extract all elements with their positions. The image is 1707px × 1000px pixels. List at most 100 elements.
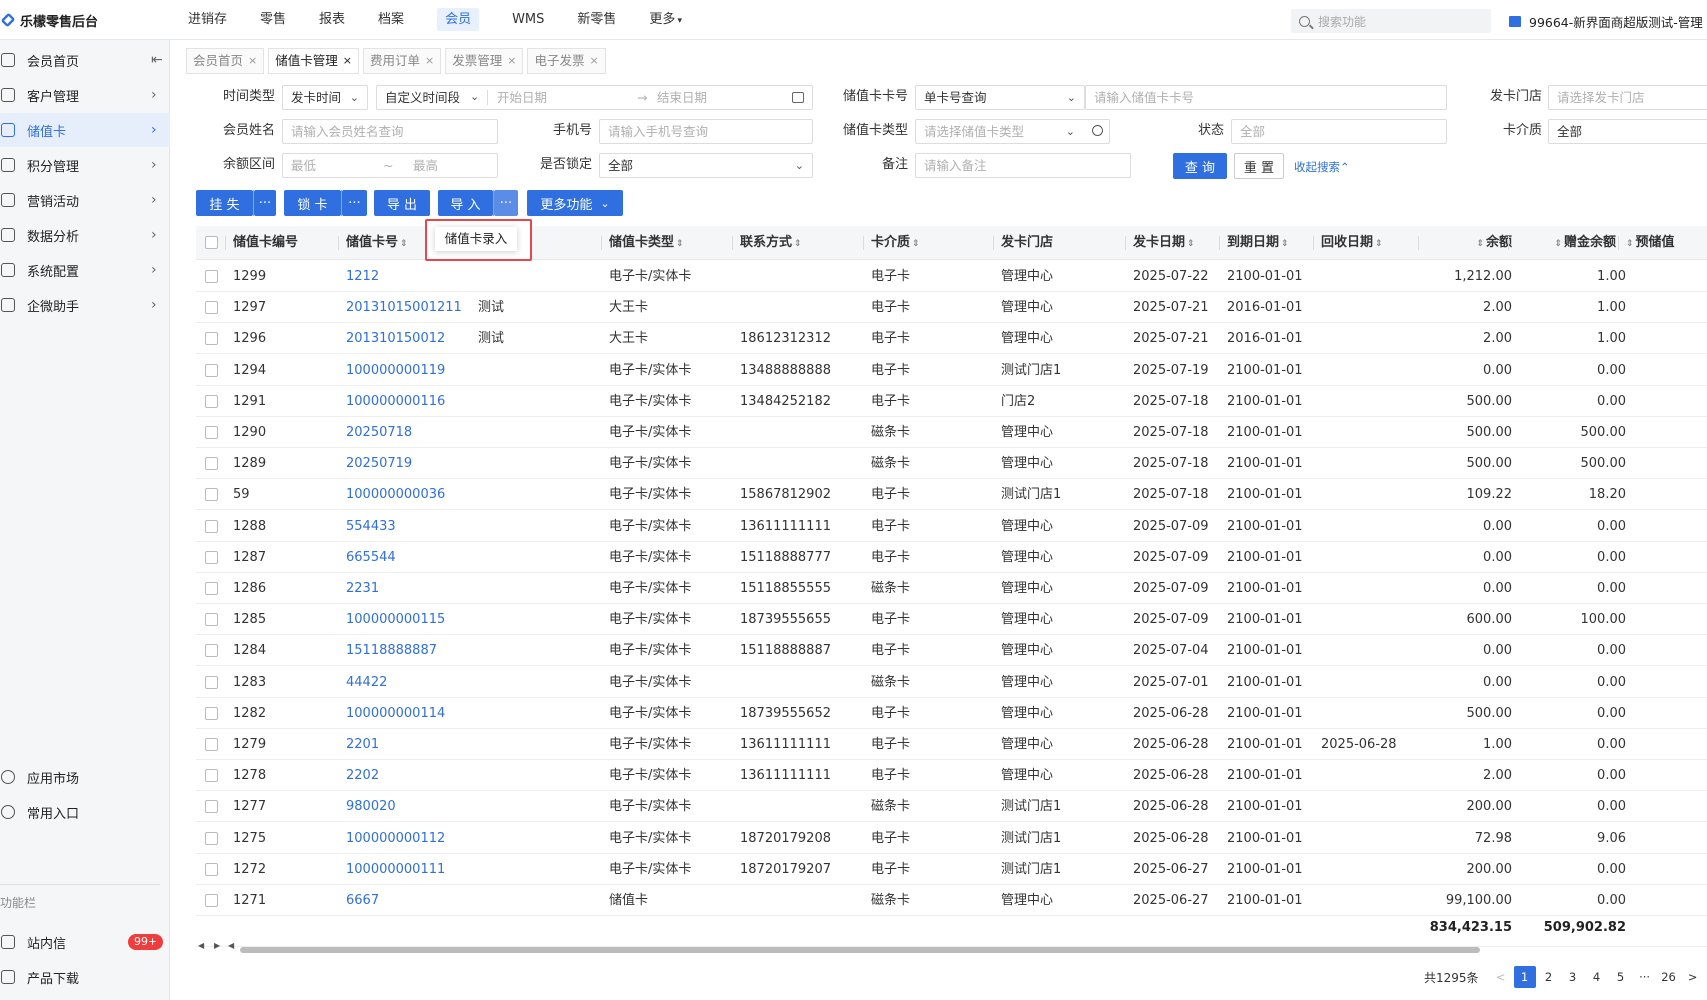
row-checkbox[interactable] [205, 675, 218, 689]
row-checkbox[interactable] [205, 426, 218, 439]
app-logo[interactable]: 乐檬零售后台 [0, 10, 98, 30]
row-checkbox[interactable] [205, 738, 218, 751]
table-row[interactable]: 1282 100000000114 电子卡/实体卡 18739555652 电子卡 管理中… [196, 697, 1707, 729]
row-checkbox[interactable] [205, 769, 218, 783]
column-header[interactable]: 发卡门店 [993, 226, 1053, 260]
close-icon[interactable]: × [589, 49, 598, 73]
sidebar-item[interactable]: 储值卡 › [0, 113, 170, 147]
table-row[interactable]: 1275 100000000112 电子卡/实体卡 18720179208 电子卡 测试门… [196, 822, 1707, 854]
status-select[interactable]: 全部 [1231, 119, 1447, 144]
horizontal-scrollbar[interactable]: ◀ ▶ ◀ [196, 941, 1707, 954]
column-header[interactable]: 发卡日期 ⇕ [1125, 226, 1195, 260]
date-range-field[interactable]: 自定义时间段 ⌄ 开始日期 → 结束日期 [376, 85, 813, 110]
close-icon[interactable]: × [507, 49, 516, 73]
cell-card-number[interactable]: 20250718 [346, 417, 412, 448]
page-number[interactable]: 2 [1538, 966, 1560, 988]
scroll-left-icon[interactable]: ◀ [228, 941, 234, 950]
row-checkbox[interactable] [205, 894, 218, 907]
scroll-right-icon[interactable]: ▶ [214, 941, 220, 950]
row-checkbox[interactable] [205, 394, 218, 408]
column-header[interactable]: ⇕ 余额 [1418, 226, 1512, 260]
table-row[interactable]: 59 100000000036 电子卡/实体卡 15867812902 电子卡 测试门店1… [196, 479, 1707, 511]
store-selector[interactable]: 99664-新界面商超版测试-管理 [1509, 12, 1703, 31]
top-nav-item[interactable]: WMS [502, 0, 554, 40]
table-row[interactable]: 1290 20250718 电子卡/实体卡 磁条卡 管理中心 2025-07-18 2100… [196, 417, 1707, 448]
column-header[interactable]: 卡介质 ⇕ [863, 226, 920, 260]
sidebar-tool-item[interactable]: 产品下载 [0, 960, 170, 994]
cell-card-number[interactable]: 554433 [346, 511, 396, 542]
collapse-search-link[interactable]: 收起搜索⌃ [1294, 159, 1350, 175]
top-nav-item[interactable]: 报表 [309, 0, 355, 40]
row-checkbox[interactable] [205, 862, 218, 876]
sidebar-item[interactable]: 数据分析 › [0, 218, 170, 252]
member-name-input[interactable]: 请输入会员姓名查询 [282, 119, 498, 144]
cell-card-number[interactable]: 980020 [346, 791, 396, 822]
locked-select[interactable]: 全部 ⌄ [599, 153, 813, 178]
time-type-select[interactable]: 发卡时间 ⌄ [282, 85, 368, 110]
row-checkbox[interactable] [205, 332, 218, 346]
scroll-left-icon[interactable]: ◀ [198, 941, 204, 950]
page-number[interactable]: 4 [1586, 966, 1608, 988]
select-all-checkbox[interactable] [205, 236, 218, 249]
row-checkbox[interactable] [205, 706, 218, 720]
column-header[interactable]: ⇕ 赠金余额 [1508, 226, 1616, 260]
table-row[interactable]: 1296 201310150012 测试 大王卡 18612312312 电子卡 管理中心 2… [196, 323, 1707, 355]
report-lost-more-button[interactable]: ··· [254, 190, 276, 216]
table-row[interactable]: 1297 20131015001211 测试 大王卡 电子卡 管理中心 2025-07-21… [196, 292, 1707, 324]
table-row[interactable]: 1284 15118888887 电子卡/实体卡 15118888887 电子卡 管理中心… [196, 635, 1707, 667]
page-tab[interactable]: 费用订单 × [362, 48, 442, 74]
column-header[interactable]: ⇕ 预储值 [1618, 226, 1675, 260]
medium-select[interactable]: 全部 [1548, 119, 1707, 144]
top-nav-item[interactable]: 会员 [427, 0, 489, 40]
page-number[interactable]: 1 [1513, 966, 1536, 988]
cell-card-number[interactable]: 2202 [346, 760, 379, 791]
sidebar-tool-item[interactable]: 站内信 99+ [0, 925, 170, 959]
prev-page-button[interactable]: < [1490, 966, 1512, 988]
table-row[interactable]: 1287 665544 电子卡/实体卡 15118888777 电子卡 管理中心 2025-… [196, 541, 1707, 573]
top-nav-item[interactable]: 更多 ▾ [639, 0, 692, 40]
column-header[interactable]: 储值卡号 ⇕ [338, 226, 408, 260]
sidebar-item[interactable]: 系统配置 › [0, 253, 170, 287]
close-icon[interactable]: × [343, 49, 352, 73]
card-no-mode-select[interactable]: 单卡号查询 ⌄ [915, 85, 1085, 110]
sidebar-item[interactable]: 会员首页 ⇤ [0, 43, 170, 77]
collapse-sidebar-icon[interactable]: ⇤ [151, 52, 163, 68]
import-menu-item-card-entry[interactable]: 储值卡录入 [435, 227, 517, 251]
row-checkbox[interactable] [205, 800, 218, 814]
cell-card-number[interactable]: 20250719 [346, 448, 412, 479]
sidebar-tool-item[interactable]: 文件列表 [0, 995, 170, 1000]
page-tab[interactable]: 会员首页 × [186, 48, 265, 74]
sidebar-item[interactable]: 积分管理 › [0, 148, 170, 182]
cell-card-number[interactable]: 100000000119 [346, 355, 445, 386]
export-button[interactable]: 导 出 [374, 190, 430, 216]
cell-card-number[interactable]: 2231 [346, 573, 379, 604]
page-number[interactable]: 3 [1562, 966, 1584, 988]
reset-button[interactable]: 重 置 [1234, 153, 1284, 179]
row-checkbox[interactable] [205, 582, 218, 595]
column-header[interactable]: 联系方式 ⇕ [732, 226, 802, 260]
cell-card-number[interactable]: 100000000116 [346, 386, 445, 417]
lock-card-button[interactable]: 锁 卡 [284, 190, 341, 216]
cell-card-number[interactable]: 20131015001211 [346, 292, 462, 323]
sidebar-item[interactable]: 企微助手 › [0, 288, 170, 322]
card-no-input[interactable]: 请输入储值卡卡号 [1085, 85, 1447, 110]
page-tab[interactable]: 发票管理 × [445, 48, 524, 74]
sidebar-bottom-item[interactable]: 应用市场 [0, 760, 170, 794]
cell-card-number[interactable]: 2201 [346, 729, 379, 760]
cell-card-number[interactable]: 100000000111 [346, 854, 445, 885]
table-row[interactable]: 1283 44422 电子卡/实体卡 磁条卡 管理中心 2025-07-01 2100-01… [196, 666, 1707, 698]
table-row[interactable]: 1278 2202 电子卡/实体卡 13611111111 电子卡 管理中心 2025-06… [196, 760, 1707, 792]
top-nav-item[interactable]: 档案 [368, 0, 414, 40]
page-number[interactable]: ··· [1634, 966, 1656, 988]
top-nav-item[interactable]: 进销存 [178, 0, 237, 40]
table-row[interactable]: 1279 2201 电子卡/实体卡 13611111111 电子卡 管理中心 2025-06… [196, 729, 1707, 760]
cell-card-number[interactable]: 100000000115 [346, 604, 445, 635]
column-header[interactable]: 储值卡编号 [225, 226, 298, 260]
cell-card-number[interactable]: 44422 [346, 667, 387, 698]
store-select[interactable]: 请选择发卡门店 [1548, 85, 1707, 110]
table-row[interactable]: 1288 554433 电子卡/实体卡 13611111111 电子卡 管理中心 2025-… [196, 510, 1707, 542]
balance-range-input[interactable]: 最低 ~ 最高 [282, 153, 498, 178]
card-type-select[interactable]: 请选择储值卡类型 ⌄ [915, 119, 1110, 144]
sidebar-item[interactable]: 客户管理 › [0, 78, 170, 112]
row-checkbox[interactable] [205, 488, 218, 502]
